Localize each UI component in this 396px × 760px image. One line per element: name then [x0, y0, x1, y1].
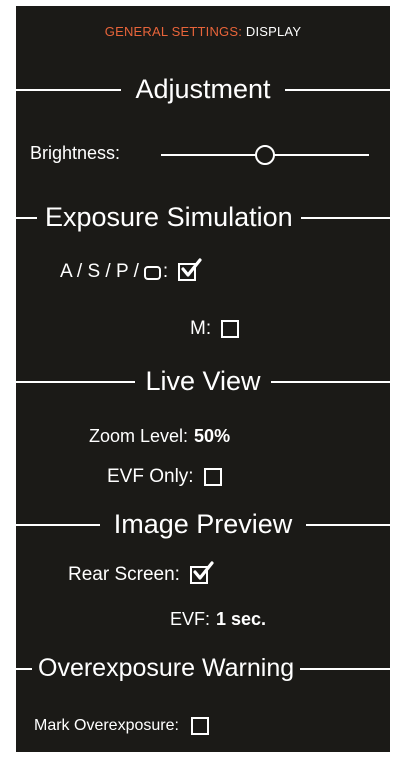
section-title-exposure-simulation: Exposure Simulation [45, 202, 293, 232]
asp-exposure-checkbox[interactable] [178, 258, 202, 281]
rear-screen-checkbox[interactable] [189, 561, 214, 584]
checkmark-icon [181, 258, 202, 277]
divider-line [306, 523, 391, 526]
divider-line [16, 88, 122, 91]
zoom-level-label: Zoom Level: [89, 426, 189, 446]
divider-line [284, 88, 391, 91]
asp-label-colon: : [162, 261, 169, 282]
evf-preview-value[interactable]: 1 sec. [216, 609, 266, 630]
divider-line [16, 667, 32, 670]
section-overexposure-warning: Overexposure Warning [16, 654, 390, 683]
section-title-overexposure-warning: Overexposure Warning [38, 654, 295, 682]
zoom-level-value[interactable]: 50% [194, 426, 230, 447]
divider-line [300, 216, 390, 219]
evf-only-checkbox[interactable] [203, 468, 222, 486]
brightness-label: Brightness: [30, 143, 121, 163]
manual-exposure-checkbox[interactable] [221, 320, 240, 338]
evf-preview-row: EVF: 1 sec. [170, 609, 266, 630]
asp-exposure-row: A / S / P / : [60, 258, 202, 283]
divider-line [16, 380, 136, 383]
rear-screen-label: Rear Screen: [68, 564, 180, 585]
section-exposure-simulation: Exposure Simulation [16, 202, 390, 233]
evf-preview-label: EVF: [170, 609, 211, 629]
evf-only-row: EVF Only: [107, 466, 222, 488]
mark-overexposure-row: Mark Overexposure: [34, 717, 209, 735]
section-title-adjustment: Adjustment [135, 74, 271, 104]
manual-label: M: [190, 318, 212, 339]
checkmark-icon [193, 561, 214, 580]
rear-screen-row: Rear Screen: [68, 561, 214, 586]
section-live-view: Live View [16, 366, 391, 397]
breadcrumb-section[interactable]: GENERAL SETTINGS: [105, 24, 242, 39]
asp-label: A / S / P / [60, 261, 139, 282]
divider-line [16, 216, 37, 219]
mark-overexposure-label: Mark Overexposure: [34, 717, 179, 734]
evf-only-label: EVF Only: [107, 466, 194, 487]
section-adjustment: Adjustment [16, 74, 391, 105]
rounded-square-mode-icon [143, 266, 161, 280]
settings-panel: GENERAL SETTINGS: DISPLAY Adjustment Bri… [16, 6, 391, 752]
divider-line [270, 380, 391, 383]
manual-exposure-row: M: [190, 318, 240, 340]
breadcrumb-page: DISPLAY [245, 24, 302, 39]
breadcrumb: GENERAL SETTINGS: DISPLAY [16, 24, 390, 39]
section-image-preview: Image Preview [16, 509, 391, 540]
divider-line [16, 523, 100, 526]
brightness-slider-knob[interactable] [255, 145, 275, 165]
section-title-image-preview: Image Preview [113, 509, 293, 539]
mark-overexposure-checkbox[interactable] [190, 717, 209, 735]
zoom-level-row: Zoom Level: 50% [89, 426, 230, 447]
divider-line [300, 667, 390, 670]
section-title-live-view: Live View [145, 366, 261, 396]
